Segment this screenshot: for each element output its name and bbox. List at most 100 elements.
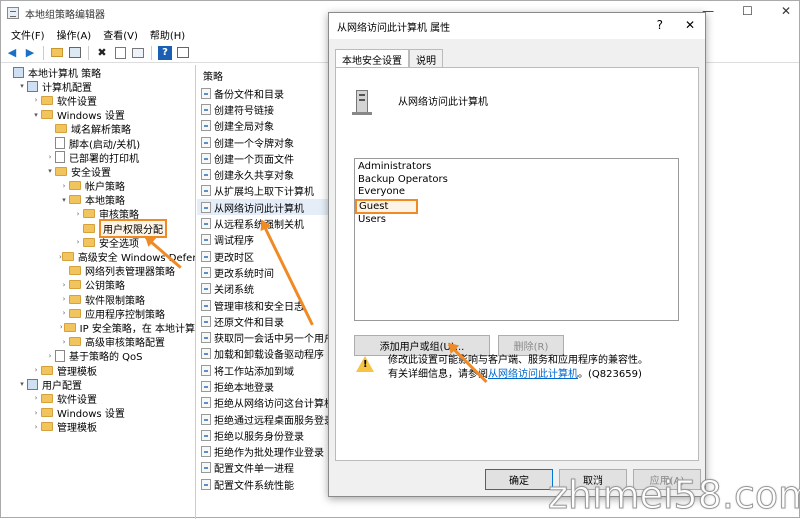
tree-item[interactable]: 网络列表管理器策略 <box>1 264 195 278</box>
expand-arrow-icon[interactable]: › <box>59 295 69 303</box>
policy-item[interactable]: 调试程序 <box>197 232 333 248</box>
tree-item[interactable]: 用户权限分配 <box>1 218 195 238</box>
tree-item[interactable]: ▾ Windows 设置 <box>1 108 195 122</box>
remove-button[interactable]: 删除(R) <box>498 335 564 356</box>
tree-item[interactable]: 本地计算机 策略 <box>1 65 195 80</box>
collapse-arrow-icon[interactable]: ▾ <box>45 167 55 175</box>
policy-item[interactable]: 将工作站添加到域 <box>197 362 333 378</box>
expand-arrow-icon[interactable]: › <box>59 182 69 190</box>
computer-icon <box>27 80 38 92</box>
expand-arrow-icon[interactable]: › <box>59 338 69 346</box>
policy-item[interactable]: 拒绝通过远程桌面服务登录 <box>197 411 333 427</box>
policy-item[interactable]: 创建一个令牌对象 <box>197 134 333 150</box>
tree-item[interactable]: › Windows 设置 <box>1 406 195 420</box>
policy-item[interactable]: 拒绝本地登录 <box>197 378 333 394</box>
tree-item[interactable]: › IP 安全策略，在 本地计算 <box>1 320 195 335</box>
forward-icon[interactable]: ▶ <box>23 46 37 60</box>
collapse-arrow-icon[interactable]: ▾ <box>31 111 41 119</box>
expand-arrow-icon[interactable]: › <box>59 309 69 317</box>
tree-item[interactable]: › 软件设置 <box>1 391 195 406</box>
policy-item[interactable]: 更改时区 <box>197 248 333 264</box>
delete-icon[interactable]: ✖ <box>95 46 109 60</box>
user-list-item[interactable]: Administrators <box>358 161 675 174</box>
tab-explain[interactable]: 说明 <box>409 49 443 68</box>
policy-item[interactable]: 配置文件单一进程 <box>197 460 333 476</box>
policy-column-header[interactable]: 策略 <box>197 65 333 85</box>
back-icon[interactable]: ◀ <box>5 46 19 60</box>
policy-item[interactable]: 创建符号链接 <box>197 101 333 117</box>
help-icon[interactable]: ? <box>158 45 172 60</box>
tree-item[interactable]: › 管理模板 <box>1 363 195 378</box>
policy-item[interactable]: 拒绝作为批处理作业登录 <box>197 444 333 460</box>
tree-item[interactable]: › 管理模板 <box>1 420 195 434</box>
tree-item[interactable]: ▾ 计算机配置 <box>1 79 195 94</box>
dialog-help-button[interactable]: ? <box>657 18 663 32</box>
policy-item[interactable]: 备份文件和目录 <box>197 85 333 101</box>
warning-suffix: 。(Q823659) <box>578 369 642 380</box>
user-list-item[interactable]: Everyone <box>358 186 675 199</box>
tree-item[interactable]: ▾ 用户配置 <box>1 377 195 392</box>
users-listbox[interactable]: Administrators Backup Operators Everyone Gu… <box>354 158 679 321</box>
policy-item[interactable]: 关闭系统 <box>197 281 333 297</box>
user-list-item[interactable]: Backup Operators <box>358 174 675 187</box>
tree-item[interactable]: ▾ 安全设置 <box>1 164 195 179</box>
policy-item[interactable]: 创建全局对象 <box>197 118 333 134</box>
tab-local-security-setting[interactable]: 本地安全设置 <box>335 49 409 68</box>
expand-arrow-icon[interactable]: › <box>31 366 41 374</box>
maximize-button[interactable]: ☐ <box>742 4 753 18</box>
tree-item[interactable]: 脚本(启动/关机) <box>1 136 195 151</box>
tree-item[interactable]: › 已部署的打印机 <box>1 150 195 165</box>
policy-item[interactable]: 拒绝从网络访问这台计算机 <box>197 395 333 411</box>
tree-item[interactable]: › 软件限制策略 <box>1 292 195 307</box>
collapse-arrow-icon[interactable]: ▾ <box>59 196 69 204</box>
ok-button[interactable]: 确定 <box>485 469 553 490</box>
collapse-arrow-icon[interactable]: ▾ <box>17 380 27 388</box>
folder-up-icon[interactable] <box>50 46 64 60</box>
export-icon[interactable] <box>113 46 127 60</box>
policy-item[interactable]: 创建一个页面文件 <box>197 150 333 166</box>
menu-help[interactable]: 帮助(H) <box>144 27 191 42</box>
dialog-close-button[interactable]: ✕ <box>685 18 695 32</box>
policy-icon <box>201 283 211 295</box>
expand-arrow-icon[interactable]: › <box>31 96 41 104</box>
close-button[interactable]: ✕ <box>781 4 791 18</box>
menu-view[interactable]: 查看(V) <box>97 27 144 42</box>
view-icon[interactable] <box>176 46 190 60</box>
tree-item[interactable]: › 高级审核策略配置 <box>1 335 195 349</box>
menu-action[interactable]: 操作(A) <box>51 27 98 42</box>
policy-item[interactable]: 加载和卸载设备驱动程序 <box>197 346 333 362</box>
expand-arrow-icon[interactable]: › <box>31 423 41 431</box>
policy-item[interactable]: 更改系统时间 <box>197 264 333 280</box>
user-list-item[interactable]: Users <box>358 214 675 227</box>
expand-arrow-icon[interactable]: › <box>59 281 69 289</box>
user-list-item[interactable]: Guest <box>355 198 419 214</box>
warning-help-link[interactable]: 从网络访问此计算机 <box>488 369 578 380</box>
policy-item[interactable]: 拒绝以服务身份登录 <box>197 427 333 443</box>
collapse-arrow-icon[interactable]: ▾ <box>17 82 27 90</box>
tree-item[interactable]: › 基于策略的 QoS <box>1 349 195 363</box>
tree-item[interactable]: › 公钥策略 <box>1 278 195 292</box>
refresh-icon[interactable] <box>131 46 145 60</box>
tree-item[interactable]: › 软件设置 <box>1 93 195 108</box>
expand-arrow-icon[interactable]: › <box>45 352 55 360</box>
tree-item[interactable]: › 帐户策略 <box>1 179 195 193</box>
properties-icon[interactable] <box>68 46 82 60</box>
expand-arrow-icon[interactable]: › <box>31 409 41 417</box>
policy-item[interactable]: 管理审核和安全日志 <box>197 297 333 313</box>
expand-arrow-icon[interactable]: › <box>45 153 55 161</box>
expand-arrow-icon[interactable]: › <box>59 323 64 331</box>
add-user-or-group-button[interactable]: 添加用户或组(U)... <box>354 335 490 356</box>
menu-file[interactable]: 文件(F) <box>5 27 51 42</box>
policy-item[interactable]: 配置文件系统性能 <box>197 476 333 492</box>
expand-arrow-icon[interactable]: › <box>31 394 41 402</box>
expand-arrow-icon[interactable]: › <box>73 210 83 218</box>
policy-item[interactable]: 从扩展坞上取下计算机 <box>197 183 333 199</box>
policy-item-label: 还原文件和目录 <box>214 317 284 329</box>
expand-arrow-icon[interactable]: › <box>73 238 83 246</box>
policy-item[interactable]: 从网络访问此计算机 <box>197 199 333 216</box>
tree-item[interactable]: ▾ 本地策略 <box>1 193 195 207</box>
policy-item[interactable]: 创建永久共享对象 <box>197 166 333 182</box>
tree-item[interactable]: 域名解析策略 <box>1 122 195 136</box>
policy-item[interactable]: 获取同一会话中另一个用户 <box>197 329 333 345</box>
tree-item[interactable]: › 应用程序控制策略 <box>1 306 195 321</box>
